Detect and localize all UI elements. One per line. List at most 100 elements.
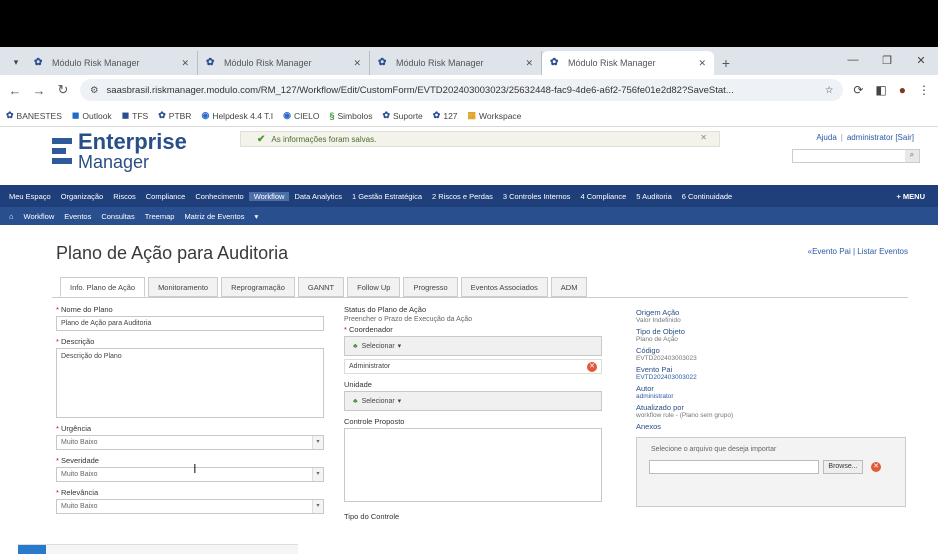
nav-item[interactable]: Conhecimento — [190, 192, 248, 201]
unidade-select-button[interactable]: ♣ Selecionar ▾ — [344, 391, 602, 411]
main-nav: Meu Espaço Organização Riscos Compliance… — [0, 185, 938, 207]
menu-button[interactable]: + MENU — [891, 192, 930, 201]
tab-progresso[interactable]: Progresso — [403, 277, 458, 297]
bookmark-star-icon[interactable]: ☆ — [825, 85, 834, 96]
chevron-down-icon[interactable]: ▾ — [249, 212, 263, 221]
url-input[interactable]: ⚙ saasbrasil.riskmanager.modulo.com/RM_12… — [80, 79, 844, 101]
bookmark-item[interactable]: ✿ 127 — [433, 110, 458, 121]
nome-field[interactable]: Plano de Ação para Auditoria — [56, 316, 324, 331]
site-info-icon[interactable]: ⚙ — [90, 85, 99, 96]
tab-follow-up[interactable]: Follow Up — [347, 277, 401, 297]
browse-button[interactable]: Browse... — [823, 460, 863, 474]
back-arrow-icon[interactable]: ← — [8, 83, 22, 98]
address-bar-row: ← → ↻ ⚙ saasbrasil.riskmanager.modulo.com… — [0, 75, 938, 105]
descricao-field[interactable]: Descrição do Plano — [56, 348, 324, 418]
bookmark-item[interactable]: ◼ Outlook — [72, 110, 112, 121]
tab-reprogramacao[interactable]: Reprogramação — [221, 277, 295, 297]
browser-tab-3[interactable]: ✿ Módulo Risk Manager ✕ — [370, 51, 542, 75]
bookmark-item[interactable]: ▦ Workspace — [468, 110, 522, 121]
atualizado-value: workflow rule - (Plano sem grupo) — [636, 412, 734, 419]
evento-link[interactable]: EVTD202403003022 — [636, 374, 906, 381]
subnav-item[interactable]: Consultas — [96, 212, 139, 221]
bookmark-item[interactable]: ◼ TFS — [122, 110, 149, 121]
file-path-input[interactable] — [649, 460, 819, 474]
user-link[interactable]: administrator [Sair] — [847, 133, 914, 142]
tab-monitoramento[interactable]: Monitoramento — [148, 277, 219, 297]
nav-item-workflow[interactable]: Workflow — [248, 191, 290, 201]
browser-tab-2[interactable]: ✿ Módulo Risk Manager ✕ — [198, 51, 370, 75]
extensions-icon[interactable]: ⟳ — [853, 83, 863, 97]
anexos-hint: Selecione o arquivo que deseja importar — [651, 446, 777, 453]
toolbar-icons: ⟳ ◧ ● ⋮ — [853, 83, 930, 97]
tab-info[interactable]: Info. Plano de Ação — [60, 277, 146, 297]
logo-subtitle: Manager — [78, 152, 150, 172]
nav-item[interactable]: Organização — [56, 192, 109, 201]
close-icon[interactable]: ✕ — [353, 58, 361, 69]
autor-label: Autor — [636, 384, 654, 393]
atualizado-label: Atualizado por — [636, 403, 684, 412]
remove-icon[interactable]: ✕ — [587, 362, 597, 372]
codigo-value: EVTD202403003023 — [636, 355, 697, 362]
subnav-item[interactable]: Matriz de Eventos — [179, 212, 249, 221]
coordenador-select-button[interactable]: ♣ Selecionar ▾ — [344, 336, 602, 356]
nav-item[interactable]: 3 Controles Internos — [498, 192, 576, 201]
chevron-down-icon: ▾ — [312, 500, 323, 513]
browser-tab-1[interactable]: ✿ Módulo Risk Manager ✕ — [26, 51, 198, 75]
browser-tab-4-active[interactable]: ✿ Módulo Risk Manager ✕ — [542, 51, 714, 75]
subnav-item[interactable]: Workflow — [19, 212, 60, 221]
close-icon[interactable]: ✕ — [698, 58, 706, 69]
bookmark-item[interactable]: ◉ Helpdesk 4.4 T.I — [201, 110, 273, 121]
cielo-icon: ◉ — [283, 110, 291, 120]
more-menu-icon[interactable]: ⋮ — [918, 83, 930, 97]
search-input[interactable]: ⌕ — [792, 149, 920, 163]
close-icon[interactable]: ✕ — [700, 133, 707, 142]
reload-icon[interactable]: ↻ — [56, 82, 70, 98]
bookmark-item[interactable]: ◉ CIELO — [283, 110, 319, 121]
new-tab-button[interactable]: + — [714, 51, 738, 75]
restore-icon[interactable]: ❐ — [870, 47, 904, 73]
autor-link[interactable]: administrator — [636, 393, 906, 400]
minimize-icon[interactable]: — — [836, 47, 870, 73]
close-icon[interactable]: ✕ — [525, 58, 533, 69]
subnav-item[interactable]: Eventos — [59, 212, 96, 221]
nav-item[interactable]: 1 Gestão Estratégica — [347, 192, 427, 201]
urgencia-select[interactable]: Muito Baixo ▾ — [56, 435, 324, 450]
profile-icon[interactable]: ● — [899, 83, 906, 97]
nav-item[interactable]: Riscos — [108, 192, 141, 201]
back-links[interactable]: «Evento Pai | Listar Eventos — [808, 247, 908, 256]
controle-field[interactable] — [344, 428, 602, 502]
nav-item[interactable]: 6 Continuidade — [677, 192, 737, 201]
urgencia-label: Urgência — [56, 424, 324, 433]
tab-eventos-associados[interactable]: Eventos Associados — [460, 277, 548, 297]
forward-arrow-icon[interactable]: → — [32, 83, 46, 98]
close-window-icon[interactable]: ✕ — [904, 47, 938, 73]
enterprise-manager-logo[interactable]: Enterprise Manager — [52, 131, 187, 171]
subnav-item[interactable]: Treemap — [140, 212, 180, 221]
close-icon[interactable]: ✕ — [181, 58, 189, 69]
bookmark-item[interactable]: § Simbolos — [329, 111, 372, 121]
chevron-down-icon: ▾ — [397, 398, 402, 405]
coordenador-label: Coordenador — [344, 325, 602, 334]
search-icon[interactable]: ⌕ — [905, 150, 919, 162]
tab-gannt[interactable]: GANNT — [297, 277, 345, 297]
remove-icon[interactable]: ✕ — [871, 462, 881, 472]
sidebar-icon[interactable]: ◧ — [875, 83, 886, 97]
severidade-select[interactable]: Muito Baixo ▾ — [56, 467, 324, 482]
help-link[interactable]: Ajuda — [816, 133, 836, 142]
tab-search-icon[interactable]: ▾ — [6, 49, 26, 75]
severidade-label: Severidade — [56, 456, 324, 465]
home-icon[interactable]: ⌂ — [4, 212, 19, 221]
sub-nav: ⌂ Workflow Eventos Consultas Treemap Mat… — [0, 207, 938, 225]
relevancia-select[interactable]: Muito Baixo ▾ — [56, 499, 324, 514]
bookmark-item[interactable]: ✿ Suporte — [382, 110, 422, 121]
bookmark-item[interactable]: ✿ PTBR — [158, 110, 191, 121]
nav-item[interactable]: Meu Espaço — [4, 192, 56, 201]
tab-title: Módulo Risk Manager — [568, 58, 656, 68]
tab-adm[interactable]: ADM — [550, 277, 588, 297]
bookmark-item[interactable]: ✿ BANESTES — [6, 110, 62, 121]
nav-item[interactable]: Data Analytics — [289, 192, 347, 201]
nav-item[interactable]: 5 Auditoria — [631, 192, 676, 201]
nav-item[interactable]: 2 Riscos e Perdas — [427, 192, 498, 201]
nav-item[interactable]: Compliance — [141, 192, 191, 201]
nav-item[interactable]: 4 Compliance — [575, 192, 631, 201]
